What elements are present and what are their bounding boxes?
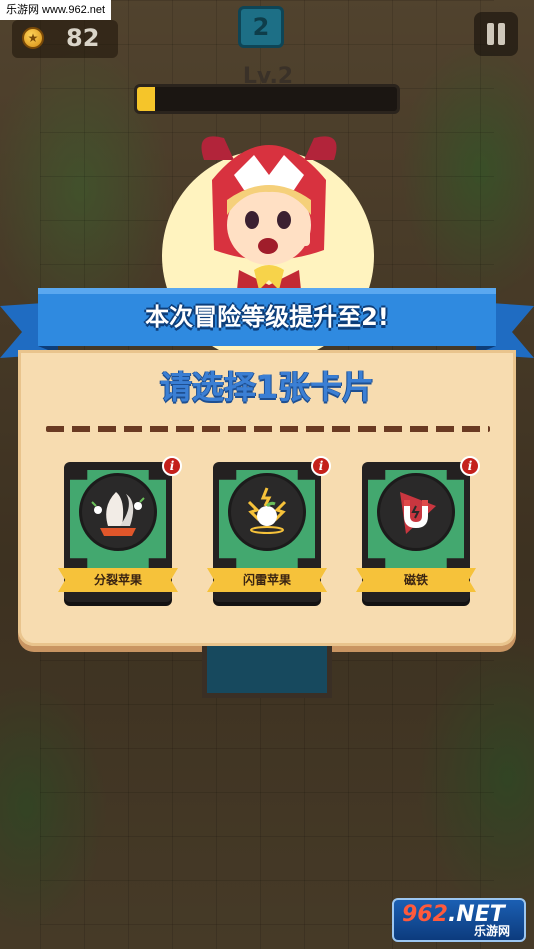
watermark-logo-number: 962 [402, 902, 448, 927]
watermark-logo-sub: 乐游网 [474, 924, 511, 938]
xp-progress-fill [137, 87, 156, 111]
card-label: 分裂苹果 [58, 568, 178, 592]
pause-button[interactable] [474, 12, 518, 56]
card-split-apple[interactable]: 分裂苹果 i [58, 456, 182, 602]
pause-icon [487, 23, 494, 45]
info-icon[interactable]: i [162, 456, 182, 476]
info-icon[interactable]: i [460, 456, 480, 476]
pause-icon-bar [498, 23, 505, 45]
card-label: 闪雷苹果 [207, 568, 327, 592]
coin-icon: ★ [22, 27, 44, 49]
board-exit-gate [202, 646, 332, 698]
card-label: 磁铁 [356, 568, 476, 592]
level-up-title: 本次冒险等级提升至2! [145, 303, 389, 331]
watermark-logo: 962.NET 乐游网 [392, 898, 526, 942]
coin-counter: ★ 82 [12, 20, 118, 58]
panel-title: 请选择1张卡片 [159, 368, 375, 406]
coin-count: 82 [66, 24, 100, 52]
info-icon[interactable]: i [311, 456, 331, 476]
thunder-apple-icon [228, 473, 306, 551]
divider [46, 426, 490, 432]
watermark-top: 乐游网 www.962.net [0, 0, 112, 20]
stage-indicator: 2 [238, 6, 284, 48]
card-magnet[interactable]: 磁铁 i [356, 456, 480, 602]
card-thunder-apple[interactable]: 闪雷苹果 i [207, 456, 331, 602]
magnet-icon [377, 473, 455, 551]
split-apple-icon [79, 473, 157, 551]
xp-progress-bar [134, 84, 400, 114]
